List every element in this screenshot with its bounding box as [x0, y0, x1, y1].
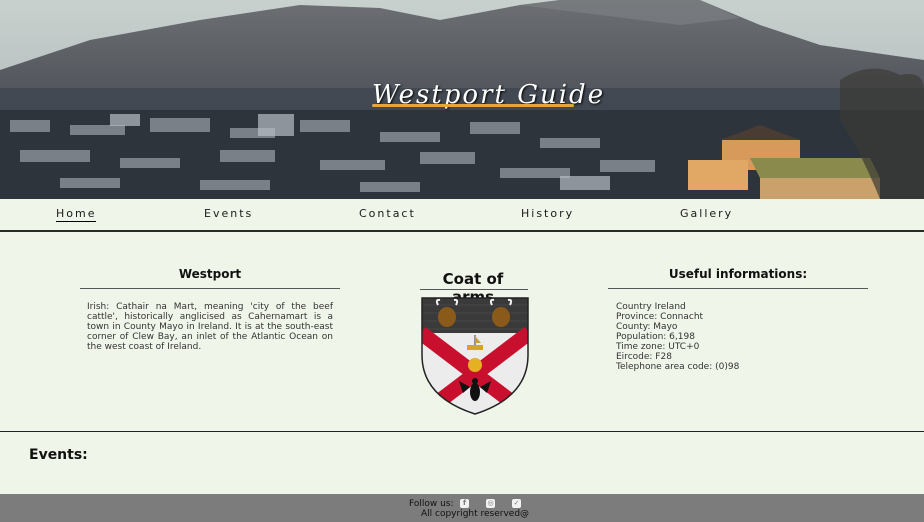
nav-contact[interactable]: Contact: [359, 207, 416, 220]
footer: Follow us: f ◎ ✓ All copyright reserved@: [0, 494, 924, 522]
about-text: Irish: Cathair na Mart, meaning 'city of…: [87, 302, 333, 352]
copyright-text: All copyright reserved@: [421, 509, 530, 519]
instagram-icon[interactable]: ◎: [486, 499, 495, 508]
section-divider: [0, 431, 924, 432]
facebook-icon[interactable]: f: [460, 499, 469, 508]
info-county: County: Mayo: [616, 322, 678, 332]
about-title: Westport: [178, 267, 242, 281]
hero-banner: Westport Guide: [0, 0, 924, 199]
nav-gallery[interactable]: Gallery: [680, 207, 733, 220]
coat-of-arms-image: [421, 297, 529, 415]
twitter-icon[interactable]: ✓: [512, 499, 521, 508]
info-rule: [608, 288, 868, 289]
info-eircode: Eircode: F28: [616, 352, 672, 362]
info-timezone: Time zone: UTC+0: [616, 342, 700, 352]
nav-events[interactable]: Events: [204, 207, 253, 220]
info-country: Country Ireland: [616, 302, 686, 312]
info-population: Population: 6,198: [616, 332, 695, 342]
main-nav: Home Events Contact History Gallery: [0, 199, 924, 232]
title-underline: [372, 104, 574, 107]
nav-home[interactable]: Home: [56, 207, 97, 222]
about-rule: [80, 288, 340, 289]
coat-rule: [420, 289, 528, 290]
info-title: Useful informations:: [668, 267, 808, 281]
follow-label: Follow us:: [409, 499, 454, 509]
info-province: Province: Connacht: [616, 312, 704, 322]
info-phone-code: Telephone area code: (0)98: [616, 362, 740, 372]
site-title: Westport Guide: [372, 80, 606, 110]
info-list: Country Ireland Province: Connacht Count…: [616, 302, 866, 372]
nav-history[interactable]: History: [521, 207, 574, 220]
events-heading: Events:: [29, 447, 88, 463]
